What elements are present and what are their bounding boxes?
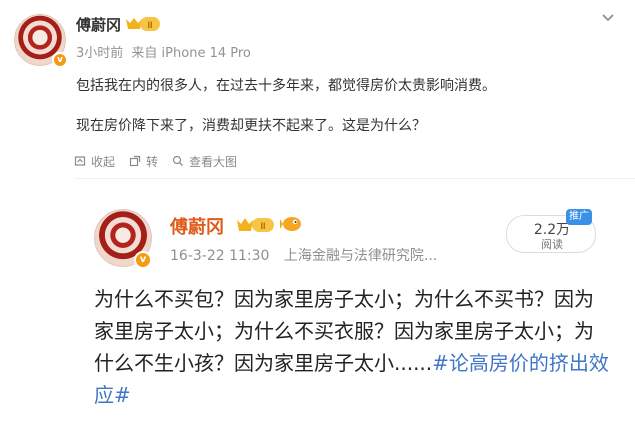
- zoom-icon: [172, 155, 183, 166]
- post-paragraph: 现在房价降下来了，消费却更扶不起来了。这是为什么？: [76, 118, 426, 134]
- post-source: 来自 iPhone 14 Pro: [131, 46, 251, 61]
- svg-text:II: II: [260, 221, 265, 231]
- post-header: v 傅蔚冈 II 3小时前 来自 iPhone 14 Pro: [0, 0, 635, 70]
- chevron-down-icon[interactable]: [600, 10, 616, 26]
- post-body: 包括我在内的很多人，在过去十多年来，都觉得房价太贵影响消费。 现在房价降下来了，…: [76, 76, 616, 156]
- embed-source: 上海金融与法律研究院...: [283, 248, 438, 264]
- post-paragraph: 包括我在内的很多人，在过去十多年来，都觉得房价太贵影响消费。: [76, 78, 496, 94]
- post-meta: 3小时前 来自 iPhone 14 Pro: [76, 42, 255, 61]
- collapse-label: 收起: [91, 154, 116, 169]
- vip-level-icon: II: [126, 17, 160, 31]
- rotate-button[interactable]: 转: [129, 152, 158, 170]
- embedded-weibo-image[interactable]: v 傅蔚冈 II 16-3-22 11:30 上海金融与法律研究院... 2.2…: [74, 178, 635, 433]
- rotate-label: 转: [146, 154, 159, 169]
- verified-badge-icon: v: [52, 52, 68, 68]
- expand-icon: [129, 155, 141, 167]
- fish-emoji-icon: [280, 217, 301, 231]
- embed-verified-badge-icon: v: [134, 251, 152, 269]
- embed-username: 傅蔚冈: [170, 217, 224, 238]
- embed-body: 为什么不买包？因为家里房子太小；为什么不买书？因为家里房子太小；为什么不买衣服？…: [94, 283, 610, 411]
- embed-meta: 16-3-22 11:30 上海金融与法律研究院...: [170, 245, 447, 265]
- view-large-label: 查看大图: [189, 154, 238, 169]
- post-time: 3小时前: [76, 46, 124, 61]
- image-actions: 收起 转 查看大图: [74, 152, 251, 170]
- promote-badge: 推广: [566, 209, 592, 225]
- embed-date: 16-3-22 11:30: [170, 248, 270, 264]
- svg-text:II: II: [147, 20, 152, 30]
- read-count-label: 阅读: [541, 238, 563, 251]
- collapse-button[interactable]: 收起: [74, 152, 115, 170]
- post-username[interactable]: 傅蔚冈: [76, 14, 121, 35]
- view-large-button[interactable]: 查看大图: [172, 152, 237, 170]
- collapse-icon: [74, 156, 86, 166]
- embed-vip-level-icon: II: [237, 218, 274, 232]
